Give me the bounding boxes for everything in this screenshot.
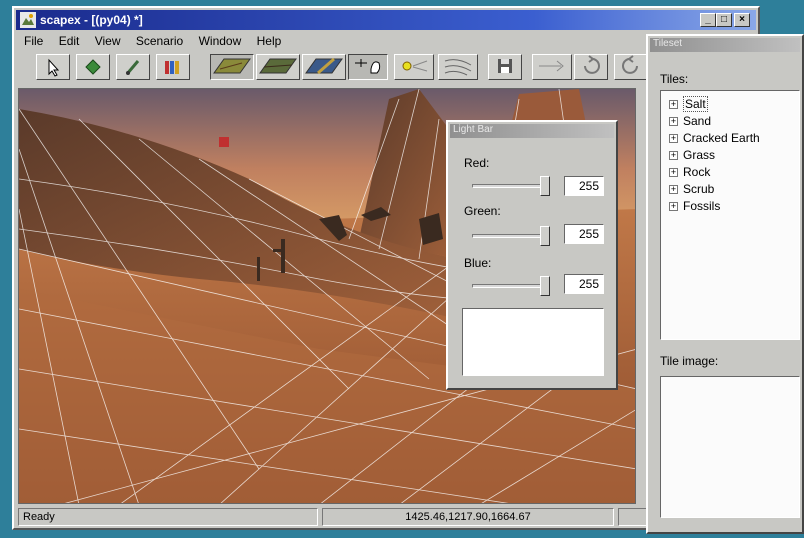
tileset-panel: Tileset Tiles: + Salt + Sand + Cracked Eart…: [646, 34, 804, 534]
green-label: Green:: [464, 204, 501, 218]
select-tool-button[interactable]: [36, 54, 70, 80]
hand-tool-button[interactable]: [348, 54, 388, 80]
green-slider-thumb[interactable]: [540, 226, 550, 246]
terrain-view-3-icon: [305, 57, 343, 75]
terrain-view-1-icon: [213, 58, 251, 74]
blue-slider-thumb[interactable]: [540, 276, 550, 296]
expand-icon[interactable]: +: [669, 151, 678, 161]
app-icon: [20, 12, 36, 28]
rotate-tool-button[interactable]: [574, 54, 608, 80]
status-coordinates: 1425.46,1217.90,1664.67: [322, 508, 614, 526]
brush-tool-button[interactable]: [116, 54, 150, 80]
tile-image-preview: [660, 376, 800, 518]
terrain-view-3-button[interactable]: [302, 54, 346, 80]
light-bar-title[interactable]: Light Bar: [450, 124, 614, 138]
light-icon: [402, 60, 428, 72]
rotate-back-tool-button[interactable]: [614, 54, 648, 80]
tree-item-grass[interactable]: + Grass: [669, 148, 715, 164]
tree-item-salt[interactable]: + Salt: [669, 96, 708, 113]
window-title: scapex - [(py04) *]: [40, 13, 143, 27]
connect-tool-button[interactable]: [532, 54, 572, 80]
expand-icon[interactable]: +: [669, 100, 678, 110]
green-slider-track[interactable]: [472, 234, 550, 238]
terrain-view-2-button[interactable]: [256, 54, 300, 80]
blue-slider-track[interactable]: [472, 284, 550, 288]
rotate-icon: [584, 55, 600, 74]
wind-icon: [444, 59, 472, 76]
expand-icon[interactable]: +: [669, 202, 678, 212]
tiles-tree[interactable]: + Salt + Sand + Cracked Earth + Grass + Rock …: [660, 90, 800, 340]
maximize-button[interactable]: □: [716, 13, 732, 27]
diamond-icon: [85, 59, 101, 75]
save-icon: [498, 59, 512, 73]
expand-icon[interactable]: +: [669, 185, 678, 195]
blue-value[interactable]: 255: [564, 274, 604, 294]
menu-view[interactable]: View: [89, 32, 127, 50]
expand-icon[interactable]: +: [669, 117, 678, 127]
tileset-title[interactable]: Tileset: [650, 38, 800, 52]
menu-bar: File Edit View Scenario Window Help: [18, 32, 287, 50]
terrain-view-2-icon: [259, 58, 297, 74]
red-label: Red:: [464, 156, 490, 170]
red-slider-track[interactable]: [472, 184, 550, 188]
tree-item-rock[interactable]: + Rock: [669, 165, 710, 181]
blue-label: Blue:: [464, 256, 492, 270]
expand-icon[interactable]: +: [669, 168, 678, 178]
tiles-label: Tiles:: [660, 72, 689, 86]
red-value[interactable]: 255: [564, 176, 604, 196]
menu-edit[interactable]: Edit: [53, 32, 86, 50]
light-tool-button[interactable]: [394, 54, 434, 80]
status-ready: Ready: [18, 508, 318, 526]
close-button[interactable]: ×: [734, 13, 750, 27]
menu-scenario[interactable]: Scenario: [130, 32, 189, 50]
save-tool-button[interactable]: [488, 54, 522, 80]
menu-window[interactable]: Window: [193, 32, 248, 50]
title-bar[interactable]: scapex - [(py04) *] _ □ ×: [16, 10, 756, 30]
terrain-view-1-button[interactable]: [210, 54, 254, 80]
green-value[interactable]: 255: [564, 224, 604, 244]
tree-item-sand[interactable]: + Sand: [669, 114, 711, 130]
wind-tool-button[interactable]: [438, 54, 478, 80]
connect-icon: [539, 60, 564, 72]
light-bar-panel: Light Bar Red: 255 Green: 255 Blue: 255: [446, 120, 618, 390]
color-preview: [462, 308, 604, 376]
tree-item-scrub[interactable]: + Scrub: [669, 182, 714, 198]
hand-tool-icon: [355, 59, 381, 74]
palette-tool-button[interactable]: [156, 54, 190, 80]
tree-item-fossils[interactable]: + Fossils: [669, 199, 720, 215]
diamond-tool-button[interactable]: [76, 54, 110, 80]
expand-icon[interactable]: +: [669, 134, 678, 144]
tile-image-label: Tile image:: [660, 354, 719, 368]
menu-help[interactable]: Help: [251, 32, 288, 50]
select-arrow-icon: [48, 58, 60, 77]
brush-icon: [125, 60, 140, 75]
rotate-back-icon: [622, 55, 638, 74]
palette-icon: [165, 61, 179, 74]
red-slider-thumb[interactable]: [540, 176, 550, 196]
tree-item-cracked-earth[interactable]: + Cracked Earth: [669, 131, 760, 147]
minimize-button[interactable]: _: [700, 13, 716, 27]
menu-file[interactable]: File: [18, 32, 49, 50]
